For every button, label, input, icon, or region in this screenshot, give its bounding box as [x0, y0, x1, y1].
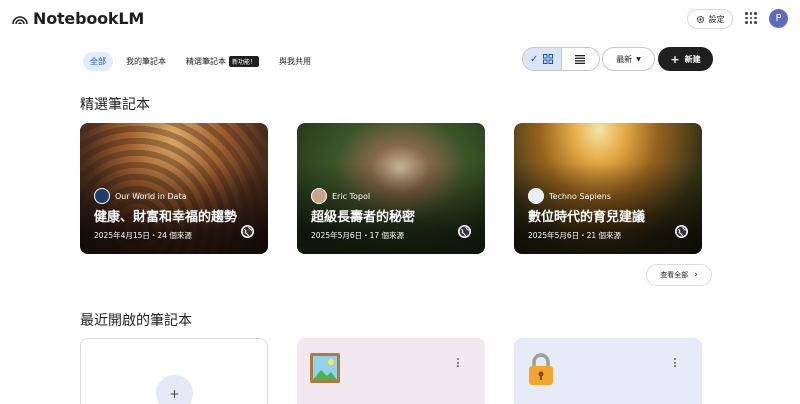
gear-icon: [696, 15, 704, 23]
featured-card[interactable]: Our World in Data 健康、財富和幸福的趨勢 2025年4月15日…: [80, 123, 268, 254]
card-meta: 2025年5月6日・17 個來源: [311, 231, 405, 240]
apps-grid-icon[interactable]: [745, 12, 757, 24]
source-logo-icon: [94, 188, 110, 204]
avatar[interactable]: P: [769, 9, 788, 28]
notebook-card[interactable]: [297, 338, 485, 404]
more-options-icon[interactable]: [457, 358, 459, 367]
grid-view-button[interactable]: ✓: [523, 48, 561, 70]
sort-label: 最新: [616, 54, 633, 64]
tab-featured-notebooks[interactable]: 精選筆記本 新功能！: [179, 52, 266, 71]
globe-icon: [675, 225, 688, 238]
card-title: 超級長壽者的秘密: [311, 210, 416, 225]
source-logo-icon: [311, 188, 327, 204]
featured-section-title: 精選筆記本: [80, 97, 150, 113]
card-title: 數位時代的育兒建議: [528, 210, 646, 225]
new-feature-badge: 新功能！: [229, 56, 260, 67]
card-source: Our World in Data: [94, 188, 187, 204]
chevron-right-icon: ›: [694, 270, 698, 280]
notebook-card[interactable]: [514, 338, 702, 404]
featured-card[interactable]: Eric Topol 超級長壽者的秘密 2025年5月6日・17 個來源: [297, 123, 485, 254]
card-meta: 2025年4月15日・24 個來源: [94, 231, 192, 240]
card-title: 健康、財富和幸福的趨勢: [94, 210, 238, 225]
source-logo-icon: [528, 188, 544, 204]
caret-down-icon: ▼: [636, 55, 641, 63]
recent-section-title: 最近開啟的筆記本: [80, 313, 192, 329]
sort-dropdown[interactable]: 最新 ▼: [602, 47, 655, 71]
globe-icon: [241, 225, 254, 238]
notebooklm-logo-icon: [12, 15, 28, 24]
featured-card[interactable]: Techno Sapiens 數位時代的育兒建議 2025年5月6日・21 個來…: [514, 123, 702, 254]
check-icon: ✓: [530, 53, 539, 65]
lock-icon: [529, 353, 553, 385]
settings-label: 設定: [708, 14, 725, 24]
tab-shared-with-me[interactable]: 與我共用: [272, 52, 318, 71]
view-toggle: ✓: [522, 47, 600, 71]
tab-my-notebooks[interactable]: 我的筆記本: [119, 52, 173, 71]
source-name: Eric Topol: [332, 191, 371, 201]
plus-icon: +: [670, 52, 680, 66]
grid-icon: [543, 54, 554, 64]
plus-icon: +: [156, 375, 193, 404]
view-all-button[interactable]: 查看全部 ›: [646, 264, 712, 286]
source-name: Our World in Data: [115, 191, 187, 201]
new-label: 新建: [684, 54, 701, 64]
list-icon: [575, 54, 586, 64]
view-all-label: 查看全部: [660, 271, 689, 279]
card-source: Techno Sapiens: [528, 188, 611, 204]
globe-icon: [458, 225, 471, 238]
card-meta: 2025年5月6日・21 個來源: [528, 231, 622, 240]
app-logo[interactable]: NotebookLM: [12, 9, 144, 28]
app-name: NotebookLM: [33, 9, 145, 28]
source-name: Techno Sapiens: [549, 191, 611, 201]
filter-tabs: 全部 我的筆記本 精選筆記本 新功能！ 與我共用: [83, 52, 318, 71]
new-notebook-button[interactable]: + 新建: [658, 47, 713, 71]
more-options-icon[interactable]: [674, 358, 676, 367]
list-view-button[interactable]: [560, 48, 600, 70]
create-notebook-card[interactable]: +: [80, 338, 268, 404]
tab-all[interactable]: 全部: [83, 52, 113, 71]
picture-icon: [310, 353, 340, 383]
settings-button[interactable]: 設定: [687, 9, 733, 29]
card-source: Eric Topol: [311, 188, 370, 204]
